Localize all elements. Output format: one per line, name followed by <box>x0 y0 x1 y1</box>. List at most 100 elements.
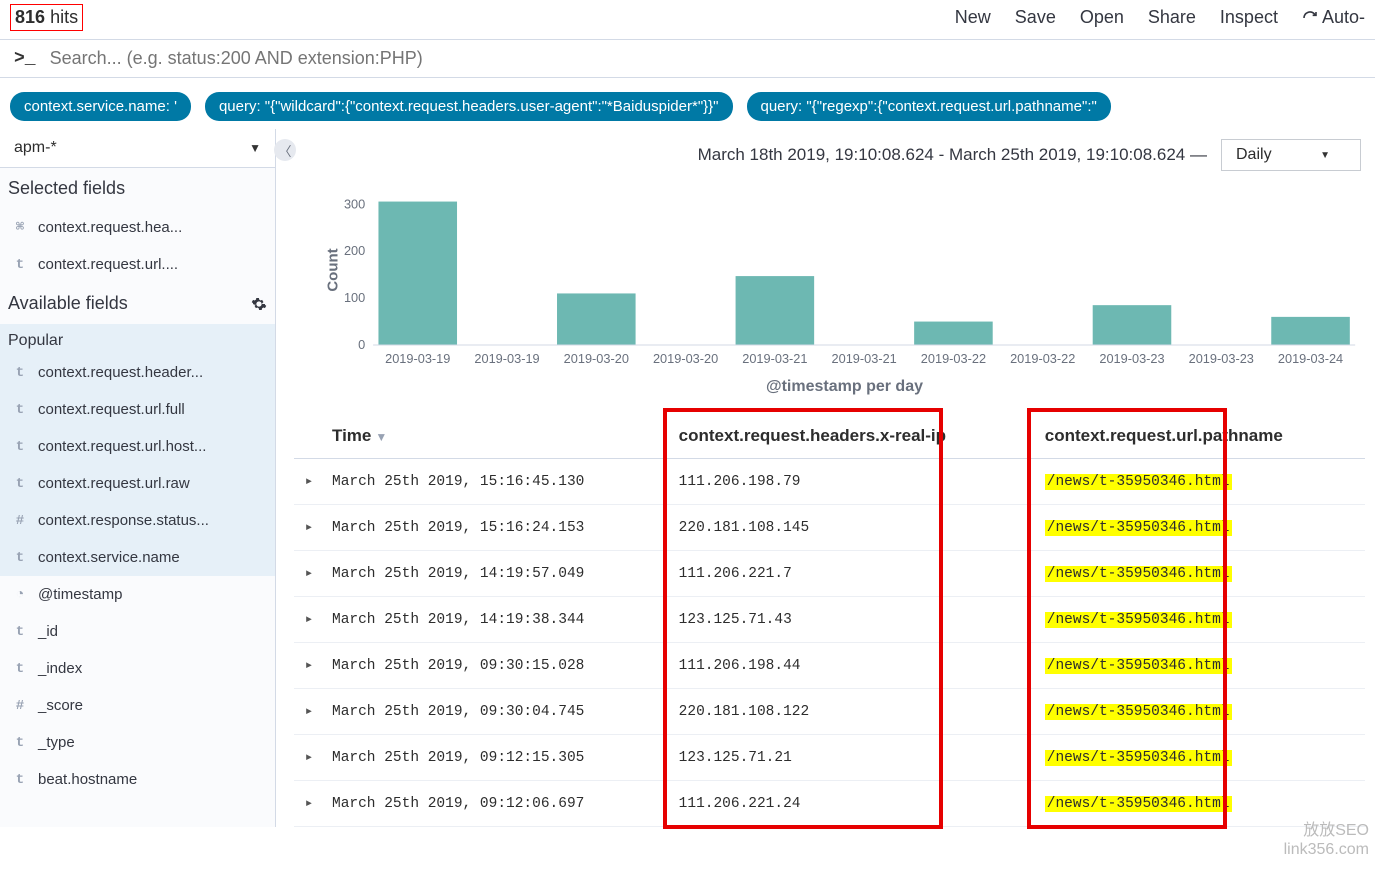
chevron-down-icon: ▼ <box>1320 150 1330 161</box>
cell-ip: 111.206.198.79 <box>671 459 1037 505</box>
filters-row: context.service.name: ' query: "{"wildca… <box>0 78 1375 129</box>
string-type-icon: t <box>12 257 28 273</box>
string-type-icon: t <box>12 772 28 788</box>
field-item[interactable]: ◔@timestamp <box>0 576 275 613</box>
chevron-down-icon: ▼ <box>249 141 261 155</box>
histogram-bar[interactable] <box>557 293 636 345</box>
expand-row-button[interactable]: ▸ <box>294 505 324 551</box>
new-button[interactable]: New <box>955 7 991 28</box>
content-area: 〈 March 18th 2019, 19:10:08.624 - March … <box>276 129 1375 827</box>
search-input[interactable] <box>50 48 1361 69</box>
available-fields-list: ◔@timestamp t_id t_index #_score t_type … <box>0 576 275 798</box>
collapse-sidebar-button[interactable]: 〈 <box>274 139 296 161</box>
selected-fields-list: ⌘ context.request.hea... t context.reque… <box>0 209 275 283</box>
field-item[interactable]: tcontext.request.url.host... <box>0 428 275 465</box>
time-range-text: March 18th 2019, 19:10:08.624 - March 25… <box>698 145 1207 165</box>
available-fields-header: Available fields <box>0 283 275 324</box>
selected-fields-header: Selected fields <box>0 168 275 209</box>
open-button[interactable]: Open <box>1080 7 1124 28</box>
string-type-icon: t <box>12 624 28 640</box>
gear-icon[interactable] <box>251 296 267 312</box>
svg-text:2019-03-22: 2019-03-22 <box>921 351 986 366</box>
svg-text:300: 300 <box>344 196 365 211</box>
index-pattern-select[interactable]: apm-* ▼ <box>0 129 275 168</box>
expand-row-button[interactable]: ▸ <box>294 597 324 643</box>
chevron-left-icon: 〈 <box>278 141 291 160</box>
field-item[interactable]: ⌘ context.request.hea... <box>0 209 275 246</box>
table-row: ▸March 25th 2019, 09:12:15.305123.125.71… <box>294 735 1365 781</box>
interval-select[interactable]: Daily ▼ <box>1221 139 1361 171</box>
topbar: 816 hits New Save Open Share Inspect Aut… <box>0 0 1375 39</box>
expand-row-button[interactable]: ▸ <box>294 689 324 735</box>
histogram-bar[interactable] <box>914 322 993 345</box>
hits-label: hits <box>50 7 78 27</box>
field-item[interactable]: #_score <box>0 687 275 724</box>
svg-text:2019-03-20: 2019-03-20 <box>653 351 718 366</box>
field-item[interactable]: t_type <box>0 724 275 761</box>
filter-pill[interactable]: query: "{"regexp":{"context.request.url.… <box>747 92 1111 121</box>
save-button[interactable]: Save <box>1015 7 1056 28</box>
filter-pill[interactable]: context.service.name: ' <box>10 92 191 121</box>
popular-header: Popular <box>0 324 275 354</box>
filter-pill[interactable]: query: "{"wildcard":{"context.request.he… <box>205 92 733 121</box>
svg-text:2019-03-19: 2019-03-19 <box>385 351 450 366</box>
cell-path: /news/t-35950346.html <box>1037 505 1365 551</box>
field-item[interactable]: tbeat.hostname <box>0 761 275 798</box>
col-time[interactable]: Time▼ <box>324 414 671 459</box>
svg-text:200: 200 <box>344 243 365 258</box>
cell-path: /news/t-35950346.html <box>1037 735 1365 781</box>
field-item[interactable]: t_index <box>0 650 275 687</box>
cell-time: March 25th 2019, 15:16:24.153 <box>324 505 671 551</box>
cell-path: /news/t-35950346.html <box>1037 781 1365 827</box>
cell-path: /news/t-35950346.html <box>1037 459 1365 505</box>
cell-time: March 25th 2019, 09:12:06.697 <box>324 781 671 827</box>
search-bar[interactable]: >_ <box>0 39 1375 78</box>
expand-row-button[interactable]: ▸ <box>294 459 324 505</box>
histogram-bar[interactable] <box>1093 305 1172 345</box>
sort-desc-icon: ▼ <box>375 430 387 444</box>
histogram-bar[interactable] <box>378 202 457 345</box>
field-item[interactable]: tcontext.request.header... <box>0 354 275 391</box>
string-type-icon: t <box>12 550 28 566</box>
table-row: ▸March 25th 2019, 09:12:06.697111.206.22… <box>294 781 1365 827</box>
field-item[interactable]: t_id <box>0 613 275 650</box>
auto-refresh-button[interactable]: Auto- <box>1302 7 1365 28</box>
string-type-icon: t <box>12 439 28 455</box>
svg-text:2019-03-24: 2019-03-24 <box>1278 351 1343 366</box>
index-pattern-value: apm-* <box>14 139 57 157</box>
histogram-bar[interactable] <box>1271 317 1350 345</box>
expand-row-button[interactable]: ▸ <box>294 643 324 689</box>
svg-text:0: 0 <box>358 337 365 352</box>
cell-time: March 25th 2019, 09:30:15.028 <box>324 643 671 689</box>
clock-icon: ◔ <box>12 587 28 603</box>
cell-ip: 123.125.71.21 <box>671 735 1037 781</box>
field-item[interactable]: #context.response.status... <box>0 502 275 539</box>
table-row: ▸March 25th 2019, 09:30:04.745220.181.10… <box>294 689 1365 735</box>
col-ip[interactable]: context.request.headers.x-real-ip <box>671 414 1037 459</box>
table-row: ▸March 25th 2019, 14:19:38.344123.125.71… <box>294 597 1365 643</box>
table-row: ▸March 25th 2019, 15:16:24.153220.181.10… <box>294 505 1365 551</box>
cell-ip: 220.181.108.145 <box>671 505 1037 551</box>
number-type-icon: # <box>12 698 28 714</box>
field-item[interactable]: tcontext.request.url.full <box>0 391 275 428</box>
inspect-button[interactable]: Inspect <box>1220 7 1278 28</box>
cell-time: March 25th 2019, 09:12:15.305 <box>324 735 671 781</box>
cell-path: /news/t-35950346.html <box>1037 551 1365 597</box>
histogram-bar[interactable] <box>736 276 815 345</box>
field-item[interactable]: t context.request.url.... <box>0 246 275 283</box>
results-table: Time▼ context.request.headers.x-real-ip … <box>294 414 1365 827</box>
share-button[interactable]: Share <box>1148 7 1196 28</box>
expand-row-button[interactable]: ▸ <box>294 551 324 597</box>
cell-ip: 111.206.221.24 <box>671 781 1037 827</box>
expand-row-button[interactable]: ▸ <box>294 735 324 781</box>
cell-time: March 25th 2019, 14:19:57.049 <box>324 551 671 597</box>
svg-text:2019-03-20: 2019-03-20 <box>564 351 629 366</box>
col-path[interactable]: context.request.url.pathname <box>1037 414 1365 459</box>
cell-path: /news/t-35950346.html <box>1037 689 1365 735</box>
expand-row-button[interactable]: ▸ <box>294 781 324 827</box>
svg-text:2019-03-21: 2019-03-21 <box>832 351 897 366</box>
field-item[interactable]: tcontext.request.url.raw <box>0 465 275 502</box>
field-item[interactable]: tcontext.service.name <box>0 539 275 576</box>
cell-path: /news/t-35950346.html <box>1037 597 1365 643</box>
string-type-icon: t <box>12 735 28 751</box>
